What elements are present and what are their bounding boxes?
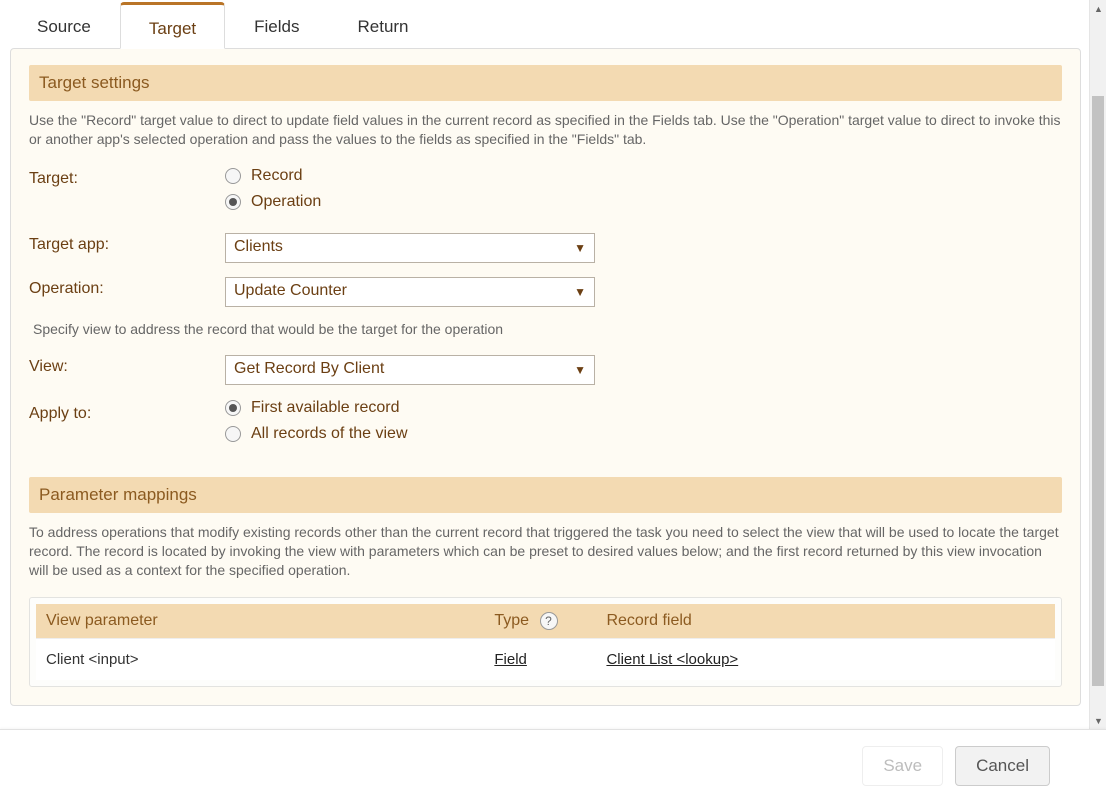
target-radio-group: Record Operation xyxy=(225,167,321,219)
param-table-wrapper: View parameter Type ? Record field Clien… xyxy=(29,597,1062,687)
apply-to-radio-group: First available record All records of th… xyxy=(225,399,408,451)
row-operation: Operation: Update Counter ▼ xyxy=(29,277,1062,307)
app-viewport: Source Target Fields Return Target setti… xyxy=(0,0,1106,801)
radio-label: All records of the view xyxy=(251,425,408,443)
col-header-type-text: Type xyxy=(494,612,529,629)
label-view: View: xyxy=(29,355,225,376)
row-view: View: Get Record By Client ▼ xyxy=(29,355,1062,385)
radio-dot-icon xyxy=(225,168,241,184)
tab-strip: Source Target Fields Return xyxy=(8,0,1089,48)
label-target-app: Target app: xyxy=(29,233,225,254)
chevron-down-icon: ▼ xyxy=(574,285,586,299)
radio-label: First available record xyxy=(251,399,400,417)
col-header-view-parameter: View parameter xyxy=(36,604,484,639)
tab-target[interactable]: Target xyxy=(120,2,225,49)
radio-target-operation[interactable]: Operation xyxy=(225,193,321,211)
label-apply-to: Apply to: xyxy=(29,399,225,423)
table-row: Client <input> Field Client List <lookup… xyxy=(36,639,1055,681)
select-value: Clients xyxy=(234,238,283,255)
target-settings-header: Target settings xyxy=(29,65,1062,101)
save-button[interactable]: Save xyxy=(862,746,943,786)
help-icon[interactable]: ? xyxy=(540,612,558,630)
param-mappings-description: To address operations that modify existi… xyxy=(29,523,1062,580)
tab-return[interactable]: Return xyxy=(328,2,437,49)
tab-source[interactable]: Source xyxy=(8,2,120,49)
param-mappings-header: Parameter mappings xyxy=(29,477,1062,513)
tab-fields[interactable]: Fields xyxy=(225,2,328,49)
vertical-scrollbar[interactable]: ▲ ▼ xyxy=(1089,0,1106,729)
radio-dot-icon xyxy=(225,426,241,442)
scrollbar-thumb[interactable] xyxy=(1092,96,1104,686)
radio-label: Record xyxy=(251,167,303,185)
col-header-record-field: Record field xyxy=(596,604,1055,639)
col-header-type: Type ? xyxy=(484,604,596,639)
scroll-arrow-down-icon[interactable]: ▼ xyxy=(1090,712,1106,729)
chevron-down-icon: ▼ xyxy=(574,241,586,255)
param-mappings-table: View parameter Type ? Record field Clien… xyxy=(36,604,1055,680)
radio-dot-icon xyxy=(225,194,241,210)
select-operation[interactable]: Update Counter ▼ xyxy=(225,277,595,307)
radio-label: Operation xyxy=(251,193,321,211)
cell-type-link[interactable]: Field xyxy=(494,651,527,668)
cancel-button[interactable]: Cancel xyxy=(955,746,1050,786)
select-value: Get Record By Client xyxy=(234,360,384,377)
radio-apply-all[interactable]: All records of the view xyxy=(225,425,408,443)
select-target-app[interactable]: Clients ▼ xyxy=(225,233,595,263)
label-operation: Operation: xyxy=(29,277,225,298)
select-view[interactable]: Get Record By Client ▼ xyxy=(225,355,595,385)
footer-bar: Save Cancel xyxy=(0,729,1106,801)
content-region: Source Target Fields Return Target setti… xyxy=(0,0,1089,729)
row-target: Target: Record Operation xyxy=(29,167,1062,219)
cell-record-field-link[interactable]: Client List <lookup> xyxy=(606,651,738,668)
view-hint: Specify view to address the record that … xyxy=(33,321,1062,337)
select-value: Update Counter xyxy=(234,282,347,299)
radio-apply-first[interactable]: First available record xyxy=(225,399,408,417)
target-settings-description: Use the "Record" target value to direct … xyxy=(29,111,1062,149)
chevron-down-icon: ▼ xyxy=(574,363,586,377)
radio-target-record[interactable]: Record xyxy=(225,167,321,185)
cell-view-parameter: Client <input> xyxy=(36,639,484,681)
row-apply-to: Apply to: First available record All rec… xyxy=(29,399,1062,451)
scroll-arrow-up-icon[interactable]: ▲ xyxy=(1090,0,1106,17)
target-panel: Target settings Use the "Record" target … xyxy=(10,48,1081,706)
label-target: Target: xyxy=(29,167,225,188)
row-target-app: Target app: Clients ▼ xyxy=(29,233,1062,263)
radio-dot-icon xyxy=(225,400,241,416)
